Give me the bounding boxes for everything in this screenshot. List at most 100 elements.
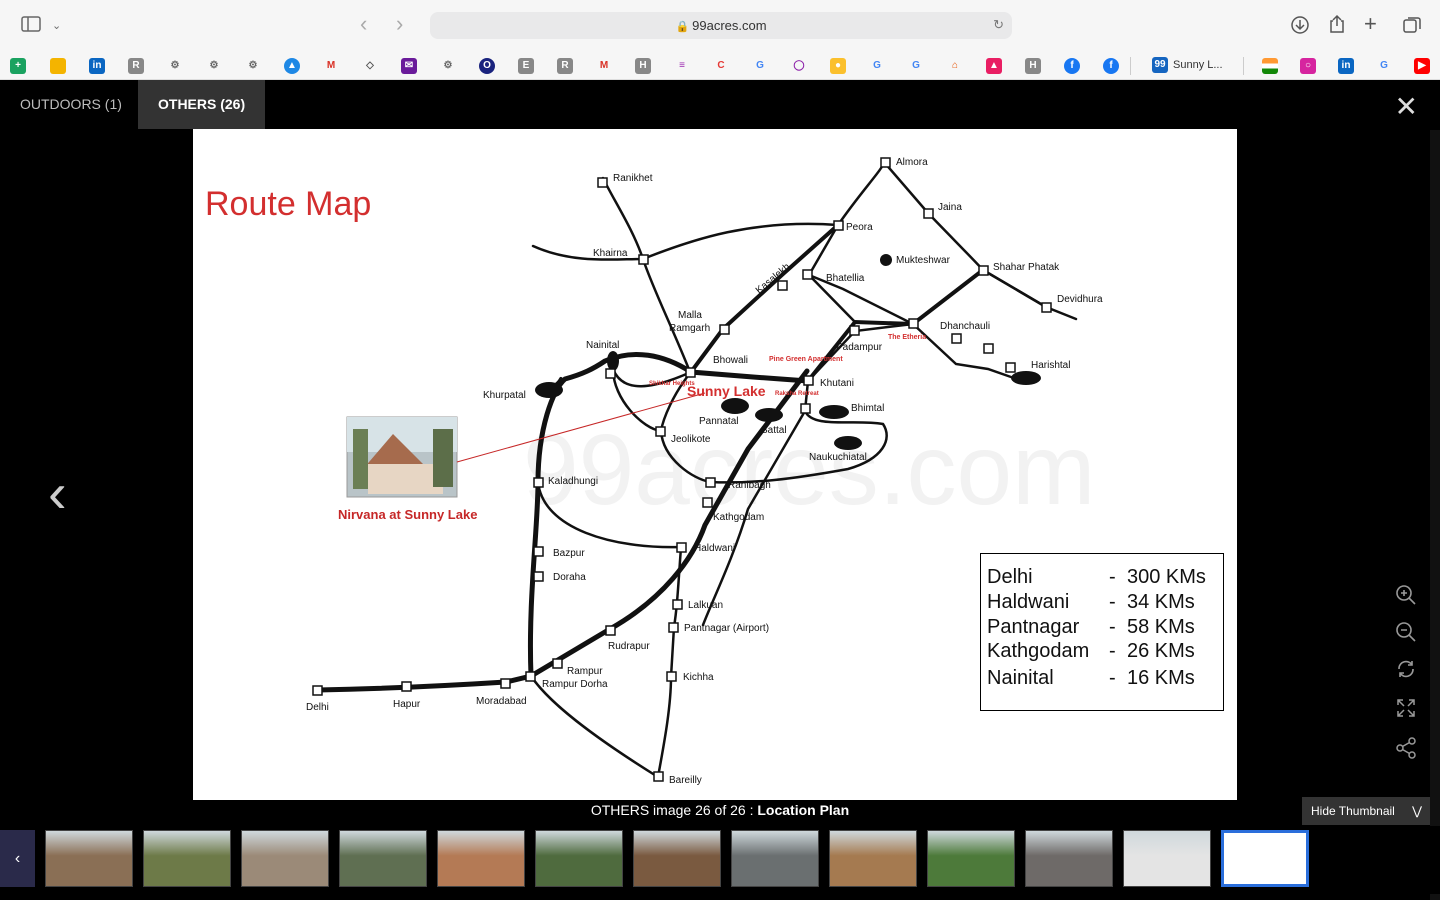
r-bookmark-icon[interactable]: R: [128, 58, 144, 74]
sidebar-toggle-icon[interactable]: [20, 16, 42, 38]
facebook-bookmark-icon[interactable]: f: [1064, 58, 1080, 74]
shikhar-label: Shikhar Heights: [649, 381, 695, 387]
share-icon[interactable]: [1328, 14, 1346, 40]
linkedin-bookmark-icon[interactable]: in: [1338, 58, 1354, 74]
tab-others[interactable]: OTHERS (26): [138, 80, 266, 129]
place-label: Khurpatal: [483, 390, 526, 401]
reload-icon[interactable]: ↻: [993, 17, 1004, 33]
emblem-bookmark-icon[interactable]: ⚙: [167, 58, 183, 74]
c-bookmark-icon[interactable]: C: [713, 58, 729, 74]
chevron-down-icon[interactable]: ⌄: [52, 16, 61, 36]
place-label: Rudrapur: [608, 641, 650, 652]
thumbnail[interactable]: [535, 830, 623, 887]
place-label: Rampur Dorha: [542, 679, 608, 690]
thumbnail[interactable]: [45, 830, 133, 887]
emblem-bookmark-icon[interactable]: ⚙: [245, 58, 261, 74]
downloads-icon[interactable]: [1290, 15, 1310, 41]
youtube-bookmark-icon[interactable]: ▶: [1414, 58, 1430, 74]
lock-icon: 🔒: [675, 21, 690, 33]
house-bookmark-icon[interactable]: ⌂: [947, 58, 963, 74]
thumbnail[interactable]: [1221, 830, 1309, 887]
emblem-bookmark-icon[interactable]: ⚙: [206, 58, 222, 74]
tab-outdoors[interactable]: OUTDOORS (1): [0, 80, 142, 129]
thumbnail[interactable]: [829, 830, 917, 887]
place-label: Bhimtal: [851, 403, 884, 414]
zoom-out-icon[interactable]: [1394, 621, 1418, 645]
caption-title: Location Plan: [757, 802, 850, 818]
india-flag-bookmark-icon[interactable]: [1262, 58, 1278, 74]
ring-bookmark-icon[interactable]: ◯: [791, 58, 807, 74]
caption-prefix: OTHERS image 26 of 26 :: [590, 802, 758, 818]
close-icon[interactable]: ✕: [1395, 90, 1418, 123]
place-label: Khairna: [593, 248, 628, 259]
place-label: Peora: [846, 222, 873, 233]
sheets-bookmark-icon[interactable]: +: [10, 58, 26, 74]
h-bookmark-icon[interactable]: H: [1025, 58, 1041, 74]
instagram-bookmark-icon[interactable]: ○: [1300, 58, 1316, 74]
gmail-bookmark-icon[interactable]: M: [323, 58, 339, 74]
place-label: Kathgodam: [713, 512, 764, 523]
gmail-bookmark-icon[interactable]: M: [596, 58, 612, 74]
thumbnail[interactable]: [633, 830, 721, 887]
google-bookmark-icon[interactable]: G: [752, 58, 768, 74]
emblem-bookmark-icon[interactable]: ⚙: [440, 58, 456, 74]
thumbnail[interactable]: [437, 830, 525, 887]
r-bookmark-icon[interactable]: R: [557, 58, 573, 74]
facebook-bookmark-icon[interactable]: f: [1103, 58, 1119, 74]
red-bookmark-icon[interactable]: ▲: [986, 58, 1002, 74]
e-bookmark-icon[interactable]: E: [518, 58, 534, 74]
mail-bookmark-icon[interactable]: ✉: [401, 58, 417, 74]
scrollbar[interactable]: [1430, 130, 1440, 900]
thumbnail[interactable]: [1025, 830, 1113, 887]
place-label: Almora: [896, 157, 928, 168]
place-label: Nainital: [586, 340, 619, 351]
slides-bookmark-icon[interactable]: [50, 58, 66, 74]
google-bookmark-icon[interactable]: G: [869, 58, 885, 74]
place-label: Doraha: [553, 572, 586, 583]
tool-bookmark-icon[interactable]: ◇: [362, 58, 378, 74]
google-bookmark-icon[interactable]: G: [1376, 58, 1392, 74]
h-bookmark-icon[interactable]: H: [635, 58, 651, 74]
bookmarks-bar: + in R ⚙ ⚙ ⚙ ▲ M ◇ ✉ ⚙ O E R M H ≡ C G ◯…: [0, 52, 1440, 80]
thumbnail[interactable]: [339, 830, 427, 887]
back-icon[interactable]: ‹: [360, 13, 367, 35]
yellow-bookmark-icon[interactable]: ●: [830, 58, 846, 74]
url-text: 99acres.com: [692, 18, 767, 33]
new-tab-icon[interactable]: +: [1364, 13, 1377, 35]
rotate-icon[interactable]: [1394, 658, 1418, 682]
watermark: 99acres.com: [523, 414, 1095, 526]
thumbnail[interactable]: [241, 830, 329, 887]
divider: [1130, 57, 1131, 75]
place-label: Bareilly: [669, 775, 702, 786]
chevron-double-down-icon: ⋁: [1412, 804, 1422, 818]
google-bookmark-icon[interactable]: G: [908, 58, 924, 74]
forward-icon[interactable]: ›: [396, 13, 403, 35]
thumbnail[interactable]: [731, 830, 819, 887]
place-label: Pannatal: [699, 416, 738, 427]
place-label: Khutani: [820, 378, 854, 389]
address-bar[interactable]: 🔒 99acres.com ↻: [430, 12, 1012, 39]
thumbnail[interactable]: [927, 830, 1015, 887]
route-map-image: 99acres.com Route Map Nirvana at Sunny L…: [193, 129, 1237, 800]
thumbnail-prev-icon[interactable]: ‹: [0, 830, 35, 887]
property-name: Nirvana at Sunny Lake: [338, 507, 477, 522]
hide-thumbnail-button[interactable]: Hide Thumbnail ⋁: [1302, 797, 1430, 825]
share-icon[interactable]: [1394, 737, 1418, 761]
thumbnail[interactable]: [143, 830, 231, 887]
place-label: Mukteshwar: [896, 255, 951, 266]
zoom-in-icon[interactable]: [1394, 584, 1418, 608]
circle-bookmark-icon[interactable]: O: [479, 58, 495, 74]
acres-icon: 99: [1152, 57, 1168, 73]
place-label: Kaladhungi: [548, 476, 598, 487]
bookmark-tab-sunny[interactable]: 99 Sunny L...: [1152, 57, 1223, 73]
previous-image-arrow-icon[interactable]: ‹: [48, 460, 67, 525]
place-label: Kasalekh: [754, 261, 793, 296]
thumbnail[interactable]: [1123, 830, 1211, 887]
place-label: Jeolikote: [671, 434, 711, 445]
fullscreen-icon[interactable]: [1394, 697, 1418, 721]
linkedin-bookmark-icon[interactable]: in: [89, 58, 105, 74]
bars-bookmark-icon[interactable]: ≡: [674, 58, 690, 74]
distance-table: Delhi -300 KMs Haldwani -34 KMs Pantnagar -…: [980, 553, 1224, 711]
tab-overview-icon[interactable]: [1402, 15, 1422, 41]
triangle-bookmark-icon[interactable]: ▲: [284, 58, 300, 74]
